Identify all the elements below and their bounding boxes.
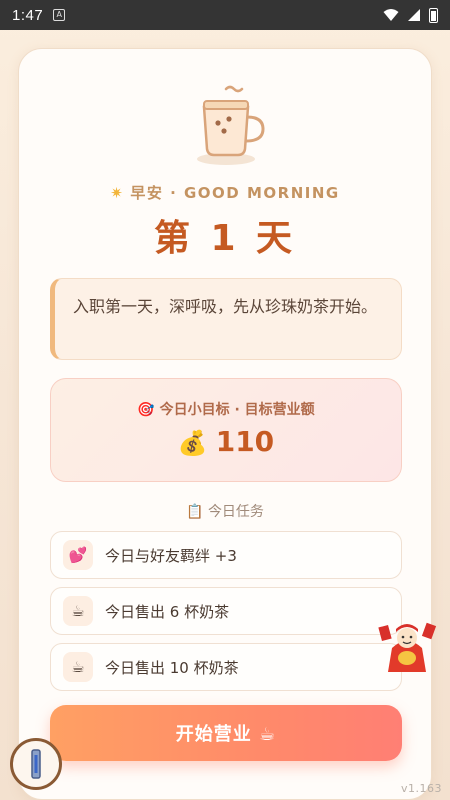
goal-label-text: 今日小目标 · 目标营业额 (159, 402, 315, 418)
floating-tool-button[interactable] (10, 738, 62, 790)
greeting-label: 早安 · GOOD MORNING (130, 184, 340, 202)
signal-icon (408, 9, 420, 21)
daily-start-card: ✷ 早安 · GOOD MORNING 第 1 天 入职第一天，深呼吸，先从珍珠奶… (18, 48, 432, 800)
sun-icon: ✷ (110, 184, 125, 202)
coffee-icon: ☕ (63, 652, 93, 682)
wifi-icon (383, 9, 399, 21)
tasks-header-label: 今日任务 (207, 504, 264, 520)
goal-value: 💰 110 (51, 425, 401, 458)
hearts-icon: 💕 (63, 540, 93, 570)
thermometer-icon (31, 749, 41, 779)
status-time: 1:47 (12, 6, 44, 24)
clipboard-icon: 📋 (186, 504, 204, 520)
daily-goal-panel: 🎯 今日小目标 · 目标营业额 💰 110 (50, 378, 402, 482)
goal-label: 🎯 今日小目标 · 目标营业额 (51, 399, 401, 419)
task-label: 今日与好友羁绊 +3 (105, 546, 237, 565)
greeting-text: ✷ 早安 · GOOD MORNING (19, 182, 431, 203)
money-bag-icon: 💰 (177, 429, 208, 457)
task-item[interactable]: 💕 今日与好友羁绊 +3 (50, 531, 402, 579)
fortune-mascot-icon[interactable] (376, 620, 438, 674)
status-icons (383, 7, 438, 23)
task-label: 今日售出 10 杯奶茶 (105, 658, 239, 677)
status-bar: 1:47 A (0, 0, 450, 30)
task-item[interactable]: ☕ 今日售出 10 杯奶茶 (50, 643, 402, 691)
task-item[interactable]: ☕ 今日售出 6 杯奶茶 (50, 587, 402, 635)
battery-icon (429, 7, 438, 23)
target-icon: 🎯 (137, 402, 155, 418)
daily-quote: 入职第一天，深呼吸，先从珍珠奶茶开始。 (50, 278, 402, 360)
start-business-button[interactable]: 开始营业 ☕ (50, 705, 402, 761)
milk-tea-cup-icon (196, 85, 276, 169)
task-label: 今日售出 6 杯奶茶 (105, 602, 230, 621)
goal-amount: 110 (215, 425, 275, 458)
notification-icon: A (53, 9, 66, 21)
day-title: 第 1 天 (153, 218, 297, 259)
coffee-icon: ☕ (63, 596, 93, 626)
version-label: v1.163 (400, 782, 442, 795)
tasks-header: 📋 今日任务 (19, 501, 431, 521)
